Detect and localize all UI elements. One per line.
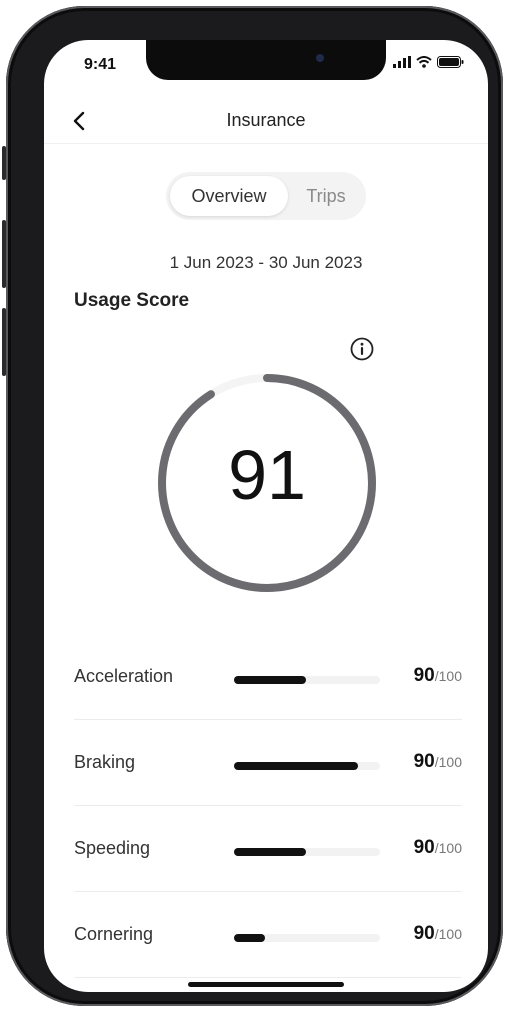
metric-row-braking: Braking 90/100	[74, 720, 462, 806]
metric-label: Acceleration	[74, 666, 174, 686]
phone-frame: 9:41 Insurance Overview Trips 1 Jun 2023…	[2, 6, 503, 1006]
metric-bar-fill	[234, 848, 306, 856]
volume-down-button	[2, 308, 6, 376]
page-title: Insurance	[226, 110, 306, 130]
metric-row-speeding: Speeding 90/100	[74, 806, 462, 892]
metric-row-cornering: Cornering 90/100	[74, 892, 462, 978]
metric-label: Speeding	[74, 838, 151, 858]
metric-bar-track	[234, 848, 380, 856]
metric-label: Braking	[74, 752, 136, 772]
status-time: 9:41	[84, 56, 117, 73]
metric-bar-fill	[234, 934, 265, 942]
usage-score-title: Usage Score	[74, 290, 190, 311]
volume-up-button	[2, 220, 6, 288]
metric-value: 90/100	[413, 751, 462, 772]
metric-row-acceleration: Acceleration 90/100	[74, 634, 462, 720]
nav-header: Insurance	[44, 100, 488, 144]
info-icon[interactable]	[349, 336, 375, 362]
metric-label: Cornering	[74, 924, 154, 944]
wifi-icon	[416, 56, 432, 68]
metric-value: 90/100	[413, 837, 462, 858]
battery-icon	[437, 56, 464, 68]
app-screen: 9:41 Insurance Overview Trips 1 Jun 2023…	[44, 40, 488, 992]
metric-bar-track	[234, 934, 380, 942]
tab-overview[interactable]: Overview	[170, 176, 288, 216]
notch	[146, 40, 386, 80]
metric-bar-fill	[234, 676, 306, 684]
metric-bar-track	[234, 676, 380, 684]
home-indicator[interactable]	[188, 982, 344, 987]
metric-value: 90/100	[413, 665, 462, 686]
tab-trips[interactable]: Trips	[290, 176, 362, 216]
status-icons	[393, 56, 464, 68]
metric-bar-fill	[234, 762, 359, 770]
signal-icon	[393, 56, 411, 68]
tab-switcher: Overview Trips	[166, 172, 366, 220]
mute-switch	[2, 146, 6, 180]
date-range: 1 Jun 2023 - 30 Jun 2023	[169, 253, 363, 272]
metric-bar-track	[234, 762, 380, 770]
score-value: 91	[228, 436, 306, 514]
front-camera	[316, 54, 324, 62]
metric-value: 90/100	[413, 923, 462, 944]
